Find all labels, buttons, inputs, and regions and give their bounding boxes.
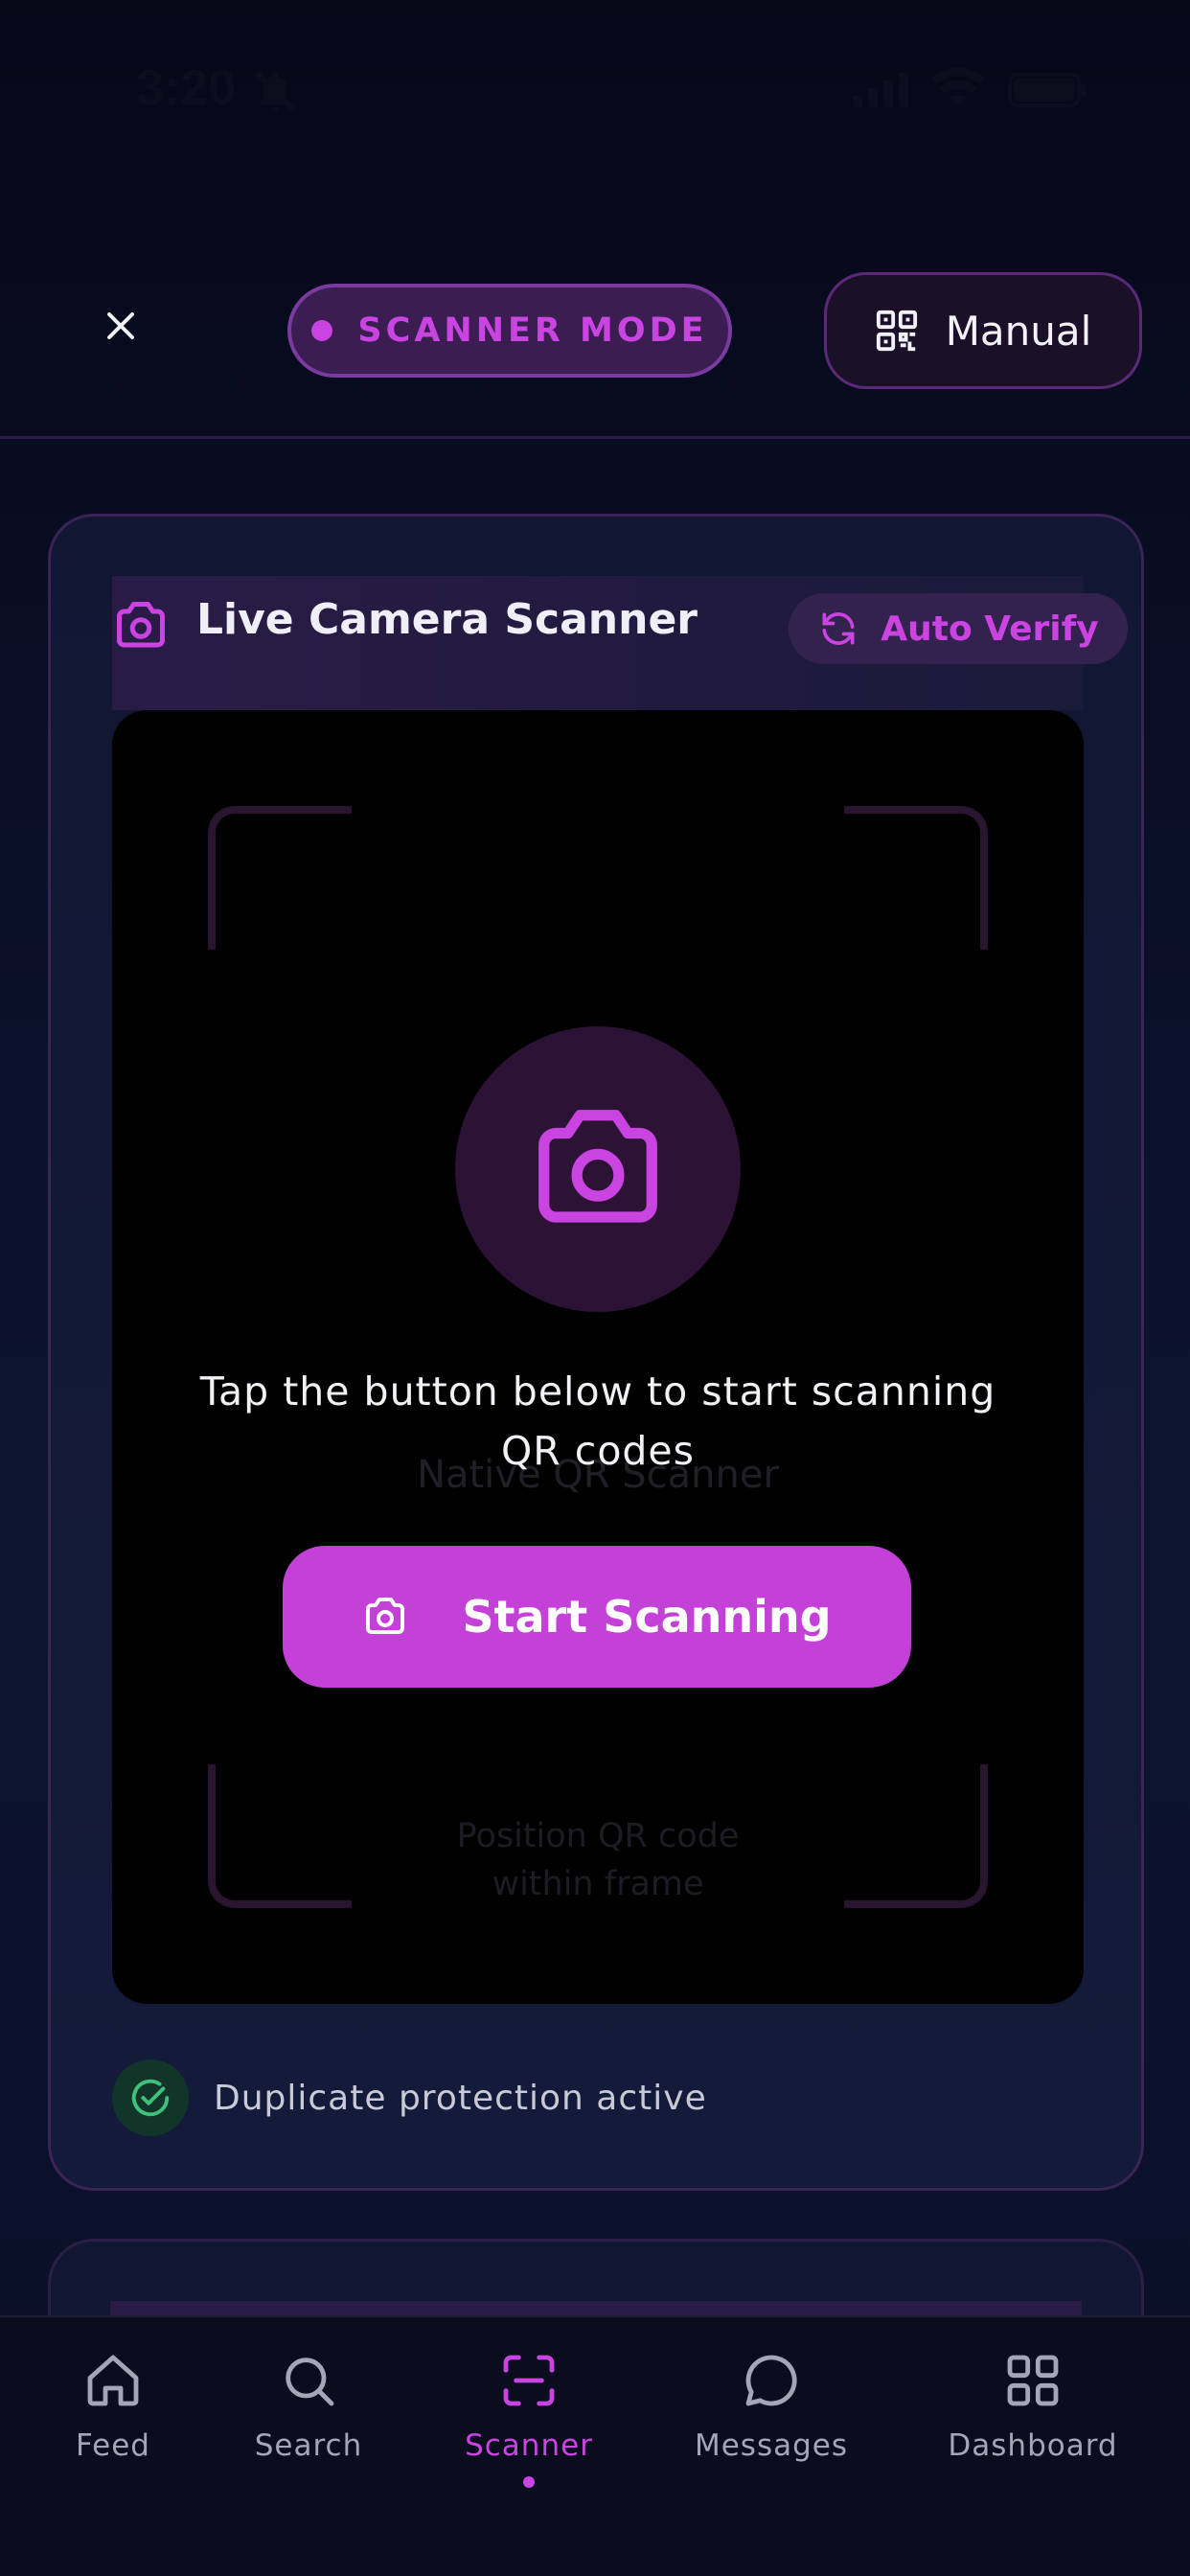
status-bar: 3:20 — [0, 0, 1190, 182]
tab-feed[interactable]: Feed — [8, 2350, 218, 2463]
tab-bar: Feed Search Scanner Messages Dashboard — [0, 2315, 1190, 2576]
scan-prompt: Tap the button below to start scanning Q… — [199, 1368, 996, 1474]
mode-label: SCANNER MODE — [357, 311, 708, 350]
grid-icon — [1007, 2355, 1059, 2406]
tab-scanner[interactable]: Scanner — [423, 2350, 634, 2488]
tab-dashboard[interactable]: Dashboard — [927, 2350, 1138, 2463]
card-title: Live Camera Scanner — [196, 595, 698, 644]
manual-label: Manual — [945, 307, 1092, 355]
auto-verify-toggle[interactable]: Auto Verify — [789, 593, 1128, 664]
qr-code-icon — [876, 310, 917, 352]
bell-slash-icon — [255, 71, 295, 111]
battery-icon — [1008, 73, 1087, 107]
camera-viewport: Native QR Scanner Position QR code withi… — [112, 710, 1084, 2004]
tab-label: Search — [254, 2428, 363, 2463]
check-circle-icon — [112, 2059, 189, 2136]
camera-icon — [538, 1110, 657, 1223]
mode-dot — [311, 320, 333, 341]
live-scanner-card: Live Camera Scanner Auto Verify Native Q… — [48, 514, 1144, 2191]
home-icon — [87, 2355, 139, 2406]
frame-corner-top-left — [208, 806, 352, 950]
card-header: Live Camera Scanner Auto Verify — [112, 576, 1128, 710]
chat-icon — [745, 2355, 797, 2406]
scanner-mode-badge: SCANNER MODE — [287, 284, 732, 378]
status-time: 3:20 — [136, 60, 237, 116]
background-hint: Position QR code within frame — [456, 1817, 740, 1903]
manual-button[interactable]: Manual — [824, 272, 1142, 389]
close-button[interactable] — [92, 297, 149, 355]
tab-label: Messages — [694, 2428, 849, 2463]
duplicate-protection-label: Duplicate protection active — [214, 2078, 707, 2118]
auto-verify-label: Auto Verify — [881, 609, 1099, 649]
tab-label: Scanner — [465, 2428, 593, 2463]
scanner-header: SCANNER MODE Manual — [0, 182, 1190, 439]
close-icon — [107, 312, 134, 339]
start-scanning-button[interactable]: Start Scanning — [283, 1546, 911, 1688]
duplicate-protection-row: Duplicate protection active — [112, 2059, 707, 2136]
tab-label: Dashboard — [948, 2428, 1118, 2463]
frame-corner-top-right — [844, 806, 988, 950]
camera-icon — [366, 1598, 405, 1634]
scan-icon — [503, 2355, 555, 2406]
start-scanning-label: Start Scanning — [462, 1591, 832, 1643]
wifi-icon — [931, 67, 985, 105]
signal-icon — [853, 73, 908, 107]
tab-search[interactable]: Search — [203, 2350, 414, 2463]
refresh-icon — [822, 612, 855, 645]
active-tab-indicator — [523, 2476, 535, 2488]
camera-icon — [117, 602, 165, 648]
tab-label: Feed — [76, 2428, 150, 2463]
scanner-screen: 3:20 SCANNER MODE Manual Live Camera Sca… — [0, 0, 1190, 2576]
camera-circle — [455, 1026, 741, 1312]
tab-messages[interactable]: Messages — [666, 2350, 877, 2463]
search-icon — [286, 2358, 334, 2406]
